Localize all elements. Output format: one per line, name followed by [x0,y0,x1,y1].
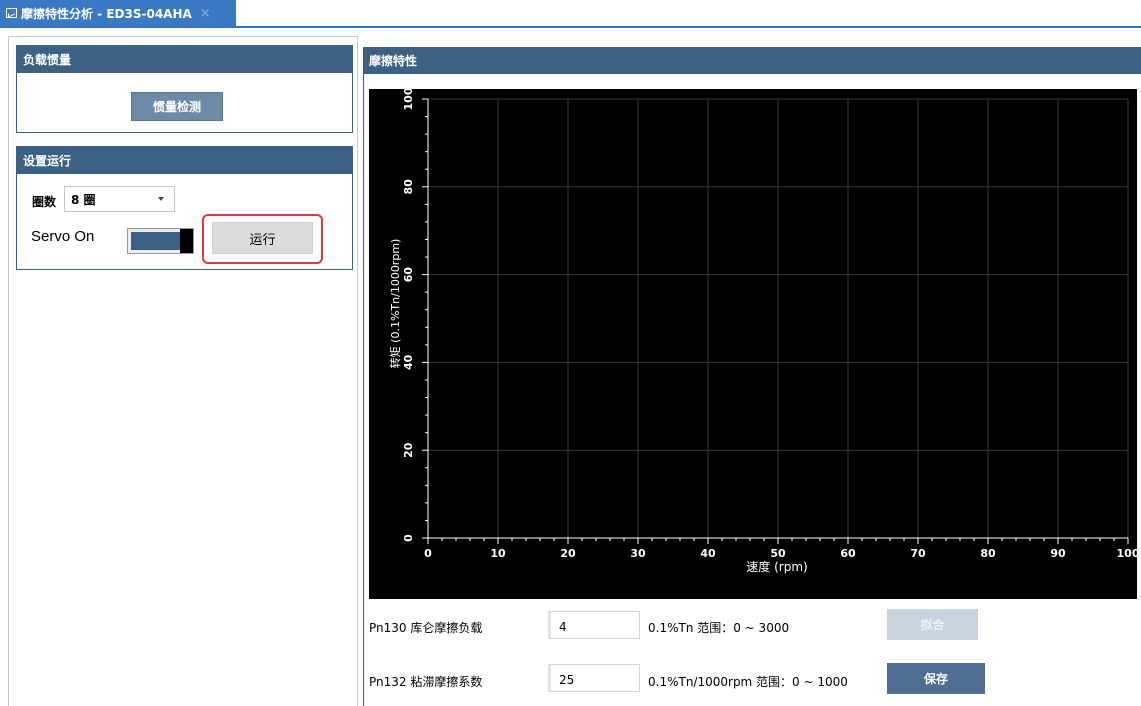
y-tick-label: 40 [402,354,415,370]
y-axis-title: 转矩 (0.1%Tn/1000rpm) [388,239,402,369]
pn132-range: 0.1%Tn/1000rpm 范围：0 ~ 1000 [648,675,848,689]
x-tick-label: 10 [490,547,506,560]
y-tick-label: 60 [402,267,415,283]
x-tick-label: 20 [560,547,576,560]
pn130-label: Pn130 库仑摩擦负载 [369,621,483,635]
friction-chart: 0 10 20 30 40 50 60 70 80 90 100 0 20 40 60 80 100 速度 (rp… [369,89,1137,599]
x-tick-label: 100 [1117,547,1137,560]
x-tick-label: 40 [700,547,716,560]
x-tick-label: 80 [980,547,996,560]
toggle-knob [180,229,193,253]
friction-chart-svg: 0 10 20 30 40 50 60 70 80 90 100 0 20 40 60 80 100 速度 (rp… [388,89,1137,574]
servo-on-toggle[interactable] [127,228,194,254]
tab-title: 摩擦特性分析 - ED3S-04AHA [21,6,192,21]
pn130-range: 0.1%Tn 范围：0 ~ 3000 [648,621,790,635]
fit-button[interactable]: 拟合 [887,609,978,640]
pn130-input[interactable]: 4 [548,611,640,639]
pn132-input[interactable]: 25 [548,664,640,692]
friction-header: 摩擦特性 [363,47,1141,74]
x-axis-title: 速度 (rpm) [746,559,807,574]
run-settings-header: 设置运行 [17,147,352,174]
x-tick-label: 50 [770,547,786,560]
x-tick-label: 0 [424,547,432,560]
save-button[interactable]: 保存 [887,663,985,694]
x-tick-label: 30 [630,547,646,560]
y-tick-label: 20 [402,442,415,458]
chevron-down-icon [158,197,164,201]
servo-on-label: Servo On [31,228,95,245]
x-tick-label: 90 [1050,547,1066,560]
x-tick-label: 70 [910,547,926,560]
tab-friction-analysis[interactable]: 摩擦特性分析 - ED3S-04AHA × [0,0,236,26]
circles-select[interactable]: 8 圈 [64,186,175,212]
circles-value: 8 圈 [71,192,96,207]
pn132-label: Pn132 粘滞摩擦系数 [369,675,483,689]
inertia-detect-button[interactable]: 惯量检测 [131,92,223,121]
tab-bar: 摩擦特性分析 - ED3S-04AHA × [0,0,1141,28]
run-button[interactable]: 运行 [212,222,313,254]
y-tick-label: 100 [402,89,415,110]
left-panel [8,36,358,706]
chart-icon [6,8,17,18]
x-tick-label: 60 [840,547,856,560]
load-inertia-header: 负载惯量 [17,46,352,73]
y-tick-label: 0 [402,534,415,542]
circles-label: 圈数 [32,195,57,209]
close-icon[interactable]: × [200,6,211,21]
y-tick-label: 80 [402,179,415,195]
toggle-fill [131,232,181,250]
